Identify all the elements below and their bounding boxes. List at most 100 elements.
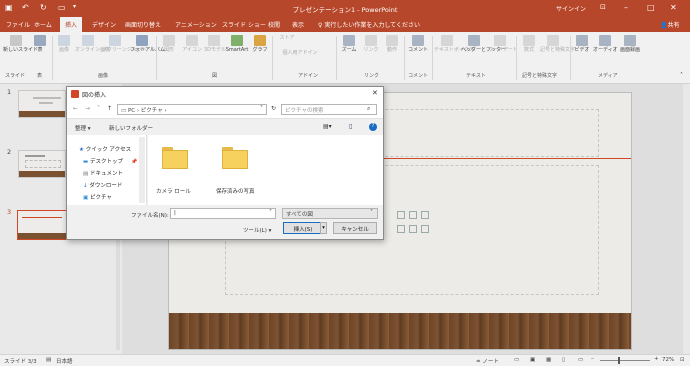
tab-view[interactable]: 表示 (292, 20, 304, 29)
shapes-button[interactable]: 図形 (158, 35, 180, 53)
new-slide-button[interactable]: 新しいスライド (3, 35, 38, 53)
nav-documents[interactable]: ▤ ドキュメント (83, 169, 123, 177)
filename-input[interactable]: | (170, 208, 276, 219)
zoom-level[interactable]: 72% (662, 357, 674, 363)
preview-pane-icon[interactable]: ▯ (349, 123, 352, 130)
language[interactable]: 日本語 (56, 357, 73, 365)
nav-pictures[interactable]: ▣ ピクチャ (83, 193, 112, 201)
ribbon-display-icon[interactable]: ⊡ (600, 3, 606, 11)
address-bar[interactable]: ▭ PC › ピクチャ › (117, 104, 267, 115)
new-folder-button[interactable]: 新しいフォルダー (109, 124, 153, 132)
filetype-select[interactable]: すべての図 (282, 208, 378, 219)
link-button[interactable]: リンク (361, 35, 381, 53)
comments-status-icon[interactable]: ▭ (514, 357, 519, 363)
group-label-illustrations: 図 (212, 73, 218, 79)
minimize-button[interactable]: – (624, 3, 628, 12)
smartart-button[interactable]: SmartArt (225, 35, 249, 53)
zoom-in-button[interactable]: + (654, 356, 659, 362)
video-button[interactable]: ビデオ (573, 35, 591, 53)
collapse-ribbon-icon[interactable]: ˄ (680, 72, 683, 79)
slide-thumbnail-3[interactable] (17, 210, 67, 240)
zoom-button[interactable]: ズーム (339, 35, 359, 53)
my-addins-button[interactable]: 個人用アドイン (276, 50, 324, 56)
back-icon[interactable]: ← (73, 105, 78, 112)
up-icon[interactable]: ↑ (107, 105, 112, 112)
recent-locations-icon[interactable]: ˅ (97, 105, 100, 112)
tab-slideshow[interactable]: スライド ショー (222, 20, 266, 29)
help-icon[interactable]: ? (369, 123, 377, 131)
online-pictures-button[interactable]: オンライン画像 (75, 35, 110, 53)
slide-thumbnail-2[interactable] (18, 150, 66, 178)
spellcheck-icon[interactable]: ▤ (46, 357, 51, 363)
store-button[interactable]: ストア (276, 35, 298, 41)
pictures-button[interactable]: 画像 (55, 35, 73, 53)
zoom-slider-thumb[interactable] (618, 357, 620, 364)
action-button[interactable]: 動作 (383, 35, 401, 53)
dialog-close-button[interactable]: ✕ (372, 89, 378, 97)
close-button[interactable]: ✕ (670, 3, 677, 12)
wood-floor-graphic (169, 313, 631, 349)
tools-menu[interactable]: ツール(L) ▾ (243, 226, 271, 234)
normal-view-icon[interactable]: ▣ (530, 357, 535, 363)
header-footer-button[interactable]: ヘッダーとフッター (461, 35, 506, 53)
screen-recording-button[interactable]: 画面録画 (619, 35, 641, 53)
file-list: カメラ ロール 保存済みの写真 (148, 135, 383, 205)
group-label-images: 画像 (98, 73, 109, 79)
zoom-slider[interactable] (600, 360, 650, 361)
notes-button[interactable]: ≐ ノート (476, 357, 499, 365)
tab-design[interactable]: デザイン (92, 20, 116, 29)
comment-button[interactable]: コメント (407, 35, 429, 53)
slide-thumbnail-1[interactable] (18, 90, 66, 118)
photo-album-button[interactable]: フォトアルバム (130, 35, 165, 53)
filetype-dropdown-icon[interactable]: ˅ (370, 209, 373, 216)
screenshot-button[interactable]: スクリーンショット (102, 35, 147, 53)
folder-saved-pictures[interactable]: 保存済みの写真 (216, 187, 255, 195)
maximize-button[interactable]: □ (647, 3, 655, 12)
insert-options-button[interactable]: ▾ (320, 222, 327, 234)
table-button[interactable]: 表 (33, 35, 47, 53)
audio-button[interactable]: オーディオ (593, 35, 618, 53)
reading-view-icon[interactable]: ▯ (562, 357, 565, 363)
signin-link[interactable]: サインイン (556, 4, 586, 13)
nav-quick-access[interactable]: ★ クイック アクセス (79, 145, 131, 153)
slide-sorter-icon[interactable]: ▦ (546, 357, 551, 363)
symbol-button[interactable]: 記号と特殊文字 (540, 35, 575, 53)
slideshow-view-icon[interactable]: ▭ (578, 357, 583, 363)
wordart-button[interactable]: ワードアート (488, 35, 518, 53)
organize-button[interactable]: 整理 ▾ (75, 124, 91, 132)
folder-icon[interactable] (162, 147, 188, 169)
nav-desktop[interactable]: ▬ デスクトップ (83, 157, 123, 165)
address-dropdown-icon[interactable]: ˅ (260, 105, 263, 112)
equation-button[interactable]: 数式 (520, 35, 538, 53)
fit-to-window-icon[interactable]: ⊡ (680, 357, 685, 363)
chart-button[interactable]: グラフ (251, 35, 269, 53)
textbox-button[interactable]: テキストボックス (434, 35, 474, 53)
share-button[interactable]: 👤共有 (660, 20, 680, 29)
insert-button[interactable]: 挿入(S) (283, 222, 323, 234)
search-input[interactable]: ピクチャの検索 (281, 104, 377, 115)
view-options-icon[interactable]: ▤▾ (323, 123, 332, 130)
canvas-scrollbar[interactable] (683, 84, 690, 354)
nav-downloads[interactable]: ↓ ダウンロード (83, 181, 122, 189)
refresh-icon[interactable]: ↻ (271, 105, 276, 112)
folder-camera-roll[interactable]: カメラ ロール (156, 187, 191, 195)
nav-scrollbar[interactable] (139, 137, 145, 203)
folder-icon[interactable] (222, 147, 248, 169)
cancel-button[interactable]: キャンセル (333, 222, 377, 234)
tab-animations[interactable]: アニメーション (175, 20, 217, 29)
tab-file[interactable]: ファイル (6, 20, 30, 29)
tab-review[interactable]: 校閲 (268, 20, 280, 29)
command-bar: 整理 ▾ 新しいフォルダー ▤▾ ▯ ? (67, 120, 383, 134)
content-insert-icons[interactable] (397, 211, 433, 241)
tab-transitions[interactable]: 画面切り替え (125, 20, 161, 29)
tab-insert[interactable]: 挿入 (60, 17, 83, 32)
pin-icon: 📌 (131, 159, 138, 165)
zoom-out-button[interactable]: – (591, 356, 594, 362)
filename-dropdown-icon[interactable]: ˅ (269, 209, 272, 216)
tab-home[interactable]: ホーム (34, 20, 52, 29)
3d-models-button[interactable]: 3Dモデル (204, 35, 226, 53)
icons-button[interactable]: アイコン (181, 35, 203, 53)
tell-me-box[interactable]: ♀ 実行したい作業を入力してください (318, 20, 420, 29)
forward-icon[interactable]: → (85, 105, 90, 112)
group-label-media: メディア (598, 73, 618, 79)
